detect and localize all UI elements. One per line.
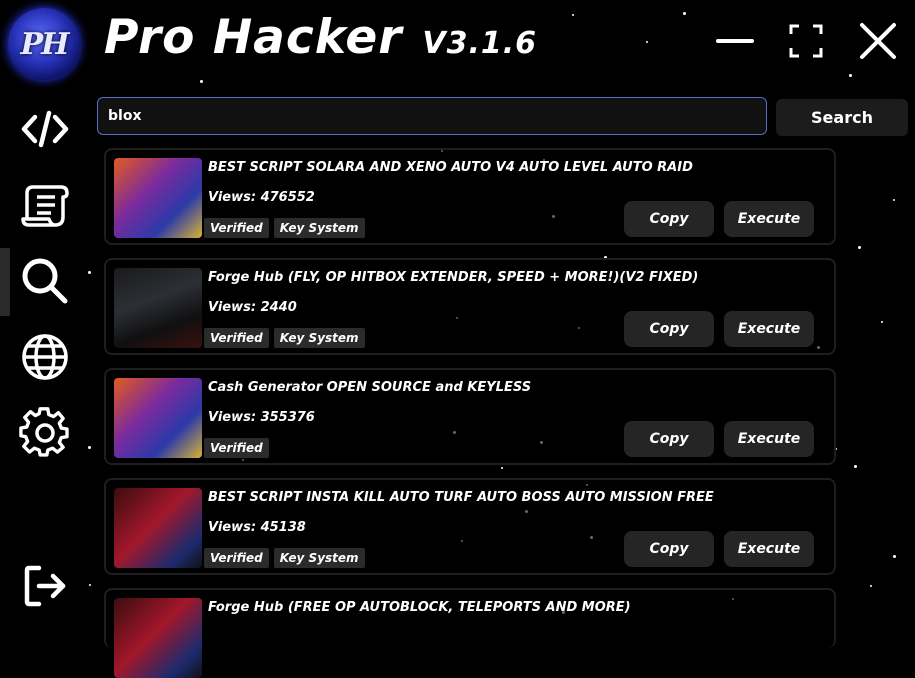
copy-button[interactable]: Copy <box>624 531 714 567</box>
copy-button[interactable]: Copy <box>624 201 714 237</box>
logo-text: PH <box>20 26 70 62</box>
execute-button[interactable]: Execute <box>724 531 814 567</box>
logout-icon <box>24 565 66 607</box>
search-input[interactable] <box>97 97 767 135</box>
app-logo: PH <box>8 8 80 80</box>
copy-button[interactable]: Copy <box>624 421 714 457</box>
maximize-button[interactable] <box>785 20 827 62</box>
key-system-badge: Key System <box>273 218 365 238</box>
script-thumbnail <box>114 378 202 458</box>
script-thumbnail <box>114 268 202 348</box>
logout-button[interactable] <box>14 558 76 614</box>
verified-badge: Verified <box>204 548 269 568</box>
minimize-button[interactable] <box>714 20 756 62</box>
script-card: Cash Generator OPEN SOURCE and KEYLESS V… <box>104 368 836 465</box>
key-system-badge: Key System <box>273 548 365 568</box>
verified-badge: Verified <box>204 438 269 458</box>
scroll-icon <box>21 185 69 227</box>
code-icon <box>21 110 69 148</box>
close-icon <box>860 23 896 59</box>
script-card: BEST SCRIPT SOLARA AND XENO AUTO V4 AUTO… <box>104 148 836 245</box>
script-thumbnail <box>114 598 202 678</box>
app-title-text: Pro Hacker <box>104 10 403 65</box>
script-title: BEST SCRIPT SOLARA AND XENO AUTO V4 AUTO… <box>208 160 693 175</box>
script-title: BEST SCRIPT INSTA KILL AUTO TURF AUTO BO… <box>208 490 714 505</box>
script-title: Forge Hub (FREE OP AUTOBLOCK, TELEPORTS … <box>208 600 631 615</box>
sidebar-item-settings[interactable] <box>14 405 76 461</box>
maximize-icon <box>789 24 823 58</box>
script-views: Views: 355376 <box>208 410 315 425</box>
sidebar-item-web[interactable] <box>14 329 76 385</box>
script-card: Forge Hub (FREE OP AUTOBLOCK, TELEPORTS … <box>104 588 836 678</box>
script-card: Forge Hub (FLY, OP HITBOX EXTENDER, SPEE… <box>104 258 836 355</box>
verified-badge: Verified <box>204 328 269 348</box>
verified-badge: Verified <box>204 218 269 238</box>
script-views: Views: 2440 <box>208 300 297 315</box>
sidebar-item-scripts[interactable] <box>14 177 76 233</box>
script-title: Forge Hub (FLY, OP HITBOX EXTENDER, SPEE… <box>208 270 699 285</box>
script-thumbnail <box>114 488 202 568</box>
sidebar-item-search[interactable] <box>14 253 76 309</box>
sidebar-active-indicator <box>0 248 10 316</box>
script-card: BEST SCRIPT INSTA KILL AUTO TURF AUTO BO… <box>104 478 836 575</box>
script-views: Views: 476552 <box>208 190 315 205</box>
execute-button[interactable]: Execute <box>724 201 814 237</box>
script-title: Cash Generator OPEN SOURCE and KEYLESS <box>208 380 532 395</box>
execute-button[interactable]: Execute <box>724 421 814 457</box>
key-system-badge: Key System <box>273 328 365 348</box>
globe-icon <box>22 334 68 380</box>
copy-button[interactable]: Copy <box>624 311 714 347</box>
search-button[interactable]: Search <box>776 99 908 136</box>
search-icon <box>22 258 68 304</box>
minimize-icon <box>716 39 754 43</box>
app-version: V3.1.6 <box>422 26 538 61</box>
sidebar-item-code[interactable] <box>14 101 76 157</box>
close-button[interactable] <box>857 20 899 62</box>
app-title: Pro Hacker V3.1.6 <box>104 10 537 70</box>
script-views: Views: 45138 <box>208 520 306 535</box>
execute-button[interactable]: Execute <box>724 311 814 347</box>
script-thumbnail <box>114 158 202 238</box>
gear-icon <box>19 407 69 457</box>
